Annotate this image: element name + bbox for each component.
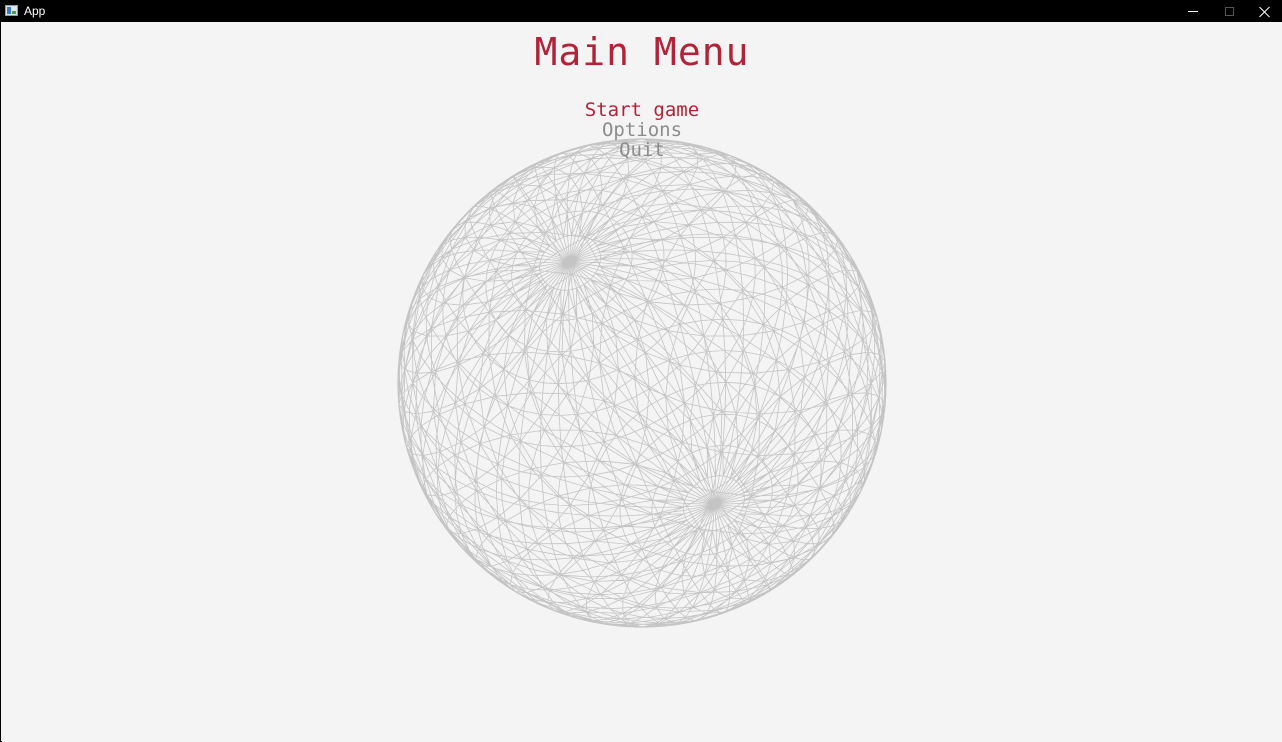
menu-item-start-game[interactable]: Start game <box>2 100 1282 120</box>
minimize-button[interactable] <box>1175 1 1211 22</box>
menu-title: Main Menu <box>534 30 750 74</box>
sphere-wireframe-lines <box>398 138 886 628</box>
close-icon <box>1259 6 1271 18</box>
app-window: App Main Menu Start game Options Quit <box>0 0 1282 742</box>
window-title: App <box>24 4 46 18</box>
maximize-icon <box>1224 7 1234 16</box>
sphere-mesh <box>397 138 887 628</box>
main-menu: Start game Options Quit <box>2 100 1282 160</box>
title-bar[interactable]: App <box>1 1 1282 22</box>
menu-item-quit[interactable]: Quit <box>2 140 1282 160</box>
minimize-icon <box>1188 11 1198 12</box>
maximize-button[interactable] <box>1211 1 1247 22</box>
menu-item-options[interactable]: Options <box>2 120 1282 140</box>
game-canvas[interactable]: Main Menu Start game Options Quit <box>2 22 1282 742</box>
app-window-icon <box>5 5 18 16</box>
close-button[interactable] <box>1247 1 1282 22</box>
